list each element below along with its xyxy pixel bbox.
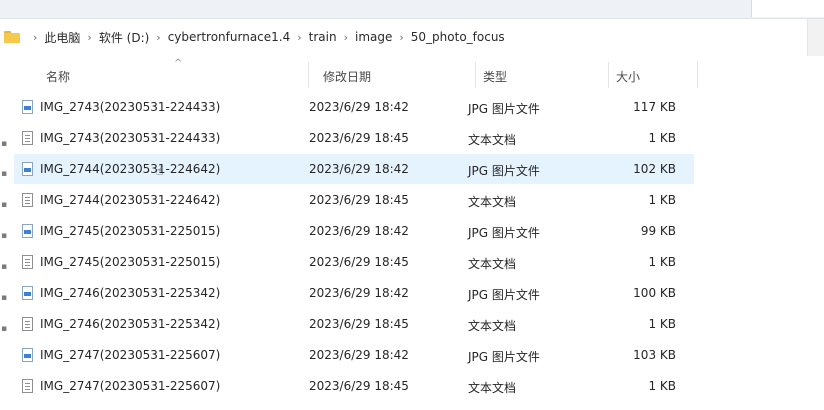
address-bar-dropdown[interactable] [807,19,824,56]
file-modified-date: 2023/6/29 18:42 [309,348,409,362]
text-file-icon [22,131,33,145]
breadcrumb-cybertronfurnace[interactable]: cybertronfurnace1.4 [168,30,291,44]
file-row[interactable]: IMG_2745(20230531-225015) 2023/6/29 18:45… [14,247,694,277]
file-row[interactable]: IMG_2747(20230531-225607) 2023/6/29 18:45… [14,371,694,401]
chevron-right-icon[interactable]: › [344,31,348,44]
title-bar-strip [0,0,824,19]
text-file-icon [22,255,33,269]
file-type: JPG 图片文件 [468,226,540,240]
pin-icon: ▪ [1,231,8,241]
file-size: 1 KB [648,317,676,331]
pin-icon: ▪ [1,200,8,210]
file-type: JPG 图片文件 [468,102,540,116]
file-name: IMG_2743(20230531-224433) [40,131,221,145]
file-name: IMG_2745(20230531-225015) [40,224,221,238]
file-type: JPG 图片文件 [468,164,540,178]
sort-ascending-icon: ^ [174,58,183,69]
breadcrumb-image[interactable]: image [355,30,392,44]
file-row[interactable]: IMG_2743(20230531-224433) 2023/6/29 18:45… [14,123,694,153]
pin-icon: ▪ [1,139,8,149]
file-size: 1 KB [648,131,676,145]
file-row[interactable]: IMG_2744(20230531-224642) 2023/6/29 18:42… [14,154,694,184]
file-modified-date: 2023/6/29 18:42 [309,224,409,238]
file-type: 文本文档 [468,319,517,333]
jpg-file-icon [22,162,33,176]
file-name: IMG_2745(20230531-225015) [40,255,221,269]
chevron-right-icon[interactable]: › [33,31,37,44]
file-name: IMG_2746(20230531-225342) [40,286,221,300]
file-name: IMG_2746(20230531-225342) [40,317,221,331]
column-divider[interactable] [475,62,476,88]
column-header-date[interactable]: 修改日期 [323,68,371,85]
file-modified-date: 2023/6/29 18:45 [309,193,409,207]
file-row[interactable]: IMG_2745(20230531-225015) 2023/6/29 18:42… [14,216,694,246]
window-control-area[interactable] [751,0,824,17]
column-header-name[interactable]: 名称 [46,68,70,85]
file-modified-date: 2023/6/29 18:45 [309,379,409,393]
breadcrumb-train[interactable]: train [309,30,337,44]
file-size: 102 KB [633,162,676,176]
breadcrumb-50-photo-focus[interactable]: 50_photo_focus [411,30,505,44]
navigation-pane-edge: ▪ ▪ ▪ ▪ ▪ ▪ ▪ [0,60,14,410]
file-name: IMG_2744(20230531-224642) [40,193,221,207]
text-file-icon [22,193,33,207]
file-size: 1 KB [648,379,676,393]
file-type: JPG 图片文件 [468,288,540,302]
file-name: IMG_2747(20230531-225607) [40,348,221,362]
file-row[interactable]: IMG_2743(20230531-224433) 2023/6/29 18:42… [14,92,694,122]
column-divider[interactable] [308,62,309,88]
file-size: 117 KB [633,100,676,114]
file-type: 文本文档 [468,195,517,209]
file-name: IMG_2744(20230531-224642) [40,162,221,176]
pin-icon: ▪ [1,293,8,303]
pin-icon: ▪ [1,262,8,272]
column-divider[interactable] [608,62,609,88]
text-file-icon [22,379,33,393]
column-divider[interactable] [697,62,698,88]
chevron-right-icon[interactable]: › [297,31,301,44]
column-headers: ^ 名称 修改日期 类型 大小 [14,58,714,90]
column-header-type[interactable]: 类型 [483,68,507,85]
column-header-size[interactable]: 大小 [616,68,640,85]
file-modified-date: 2023/6/29 18:42 [309,100,409,114]
file-size: 1 KB [648,193,676,207]
file-modified-date: 2023/6/29 18:42 [309,162,409,176]
jpg-file-icon [22,286,33,300]
file-row[interactable]: IMG_2744(20230531-224642) 2023/6/29 18:45… [14,185,694,215]
file-size: 99 KB [640,224,676,238]
file-type: JPG 图片文件 [468,350,540,364]
file-name: IMG_2747(20230531-225607) [40,379,221,393]
file-modified-date: 2023/6/29 18:42 [309,286,409,300]
breadcrumb-drive-d[interactable]: 软件 (D:) [99,29,149,46]
chevron-right-icon[interactable]: › [156,31,160,44]
file-size: 100 KB [633,286,676,300]
file-type: 文本文档 [468,381,517,395]
breadcrumb-this-pc[interactable]: 此电脑 [44,29,80,46]
pin-icon: ▪ [1,169,8,179]
file-row[interactable]: IMG_2746(20230531-225342) 2023/6/29 18:42… [14,278,694,308]
jpg-file-icon [22,100,33,114]
text-file-icon [22,317,33,331]
file-type: 文本文档 [468,257,517,271]
file-modified-date: 2023/6/29 18:45 [309,317,409,331]
file-type: 文本文档 [468,133,517,147]
jpg-file-icon [22,348,33,362]
chevron-right-icon[interactable]: › [399,31,403,44]
jpg-file-icon [22,224,33,238]
file-row[interactable]: IMG_2747(20230531-225607) 2023/6/29 18:42… [14,340,694,370]
file-row[interactable]: IMG_2746(20230531-225342) 2023/6/29 18:45… [14,309,694,339]
file-name: IMG_2743(20230531-224433) [40,100,221,114]
folder-icon [4,31,20,43]
pin-icon: ▪ [1,324,8,334]
chevron-right-icon[interactable]: › [87,31,91,44]
file-size: 103 KB [633,348,676,362]
file-modified-date: 2023/6/29 18:45 [309,255,409,269]
file-modified-date: 2023/6/29 18:45 [309,131,409,145]
file-size: 1 KB [648,255,676,269]
mouse-cursor-icon: ☝ [156,164,164,178]
address-bar[interactable]: › 此电脑 › 软件 (D:) › cybertronfurnace1.4 › … [0,19,808,55]
